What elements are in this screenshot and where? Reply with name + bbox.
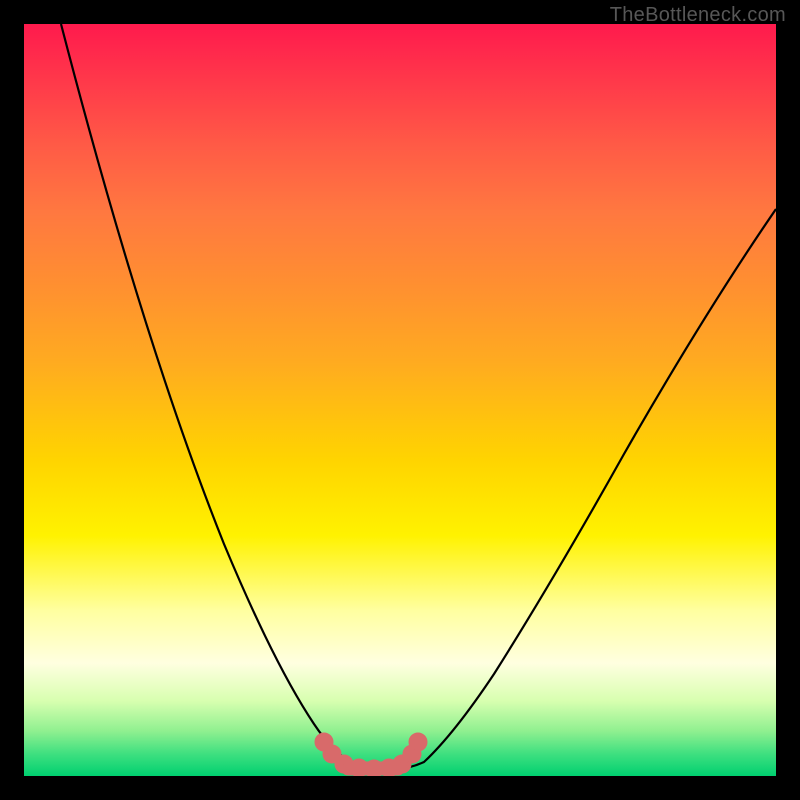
attribution-label: TheBottleneck.com bbox=[610, 4, 786, 27]
plot-area bbox=[24, 24, 776, 776]
chart-frame: TheBottleneck.com bbox=[0, 0, 800, 800]
optimal-zone-markers bbox=[315, 733, 427, 776]
bottleneck-curve bbox=[61, 24, 776, 769]
chart-svg bbox=[24, 24, 776, 776]
